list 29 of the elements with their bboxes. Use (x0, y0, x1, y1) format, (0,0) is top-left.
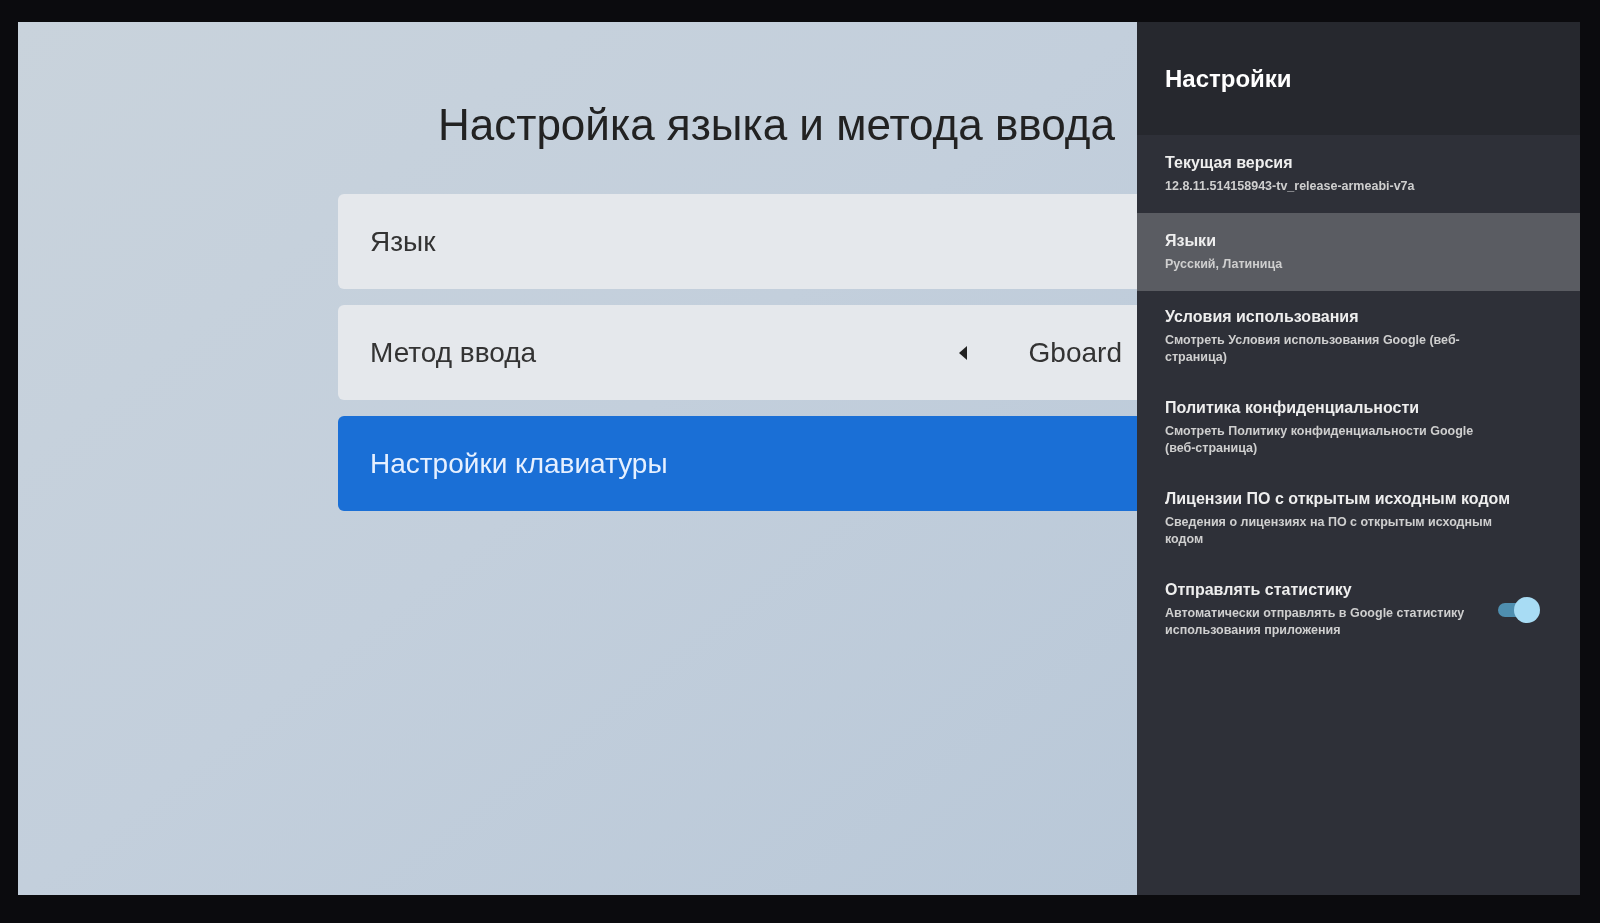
panel-item[interactable]: Условия использования Смотреть Условия использования Google (веб-страница) (1137, 291, 1580, 382)
panel-item[interactable]: Языки Русский, Латиница (1137, 213, 1580, 291)
panel-item[interactable]: Текущая версия 12.8.11.514158943-tv_release-armeabi-v7a (1137, 135, 1580, 213)
item-subtitle: Смотреть Политику конфиденциальности Google (веб-страница) (1165, 423, 1475, 457)
row-label: Настройки клавиатуры (370, 446, 668, 481)
page-title: Настройка языка и метода ввода (438, 99, 1116, 151)
settings-row[interactable]: Метод ввода Gboard (338, 305, 1137, 400)
item-title: Политика конфиденциальности (1165, 398, 1421, 418)
panel-title: Настройки (1165, 63, 1292, 94)
item-title: Языки (1165, 231, 1217, 251)
item-subtitle: 12.8.11.514158943-tv_release-armeabi-v7a (1165, 178, 1416, 195)
item-subtitle: Русский, Латиница (1165, 256, 1284, 273)
item-title: Отправлять статистику (1165, 580, 1353, 600)
item-title: Условия использования (1165, 307, 1360, 327)
panel-item[interactable]: Отправлять статистику Автоматически отправлять в Google статистику использования приложения (1137, 564, 1580, 655)
row-label: Метод ввода (370, 335, 537, 370)
toggle-switch[interactable] (1496, 596, 1540, 623)
item-subtitle: Сведения о лицензиях на ПО с открытым исходным кодом (1165, 514, 1494, 548)
panel-item[interactable]: Лицензии ПО с открытым исходным кодом Сведения о лицензиях на ПО с открытым исходным кодом (1137, 473, 1580, 564)
settings-row[interactable]: Настройки клавиатуры (338, 416, 1137, 511)
item-title: Текущая версия (1165, 153, 1294, 173)
settings-row[interactable]: Язык (338, 194, 1137, 289)
item-subtitle: Автоматически отправлять в Google статистику использования приложения (1165, 605, 1466, 639)
left-arrow-icon[interactable] (958, 345, 967, 360)
row-value: Gboard (1028, 335, 1122, 370)
panel-item[interactable]: Политика конфиденциальности Смотреть Политику конфиденциальности Google (веб-страница) (1137, 382, 1580, 473)
item-title: Лицензии ПО с открытым исходным кодом (1165, 489, 1511, 509)
row-label: Язык (370, 224, 436, 259)
item-subtitle: Смотреть Условия использования Google (веб-страница) (1165, 332, 1461, 366)
